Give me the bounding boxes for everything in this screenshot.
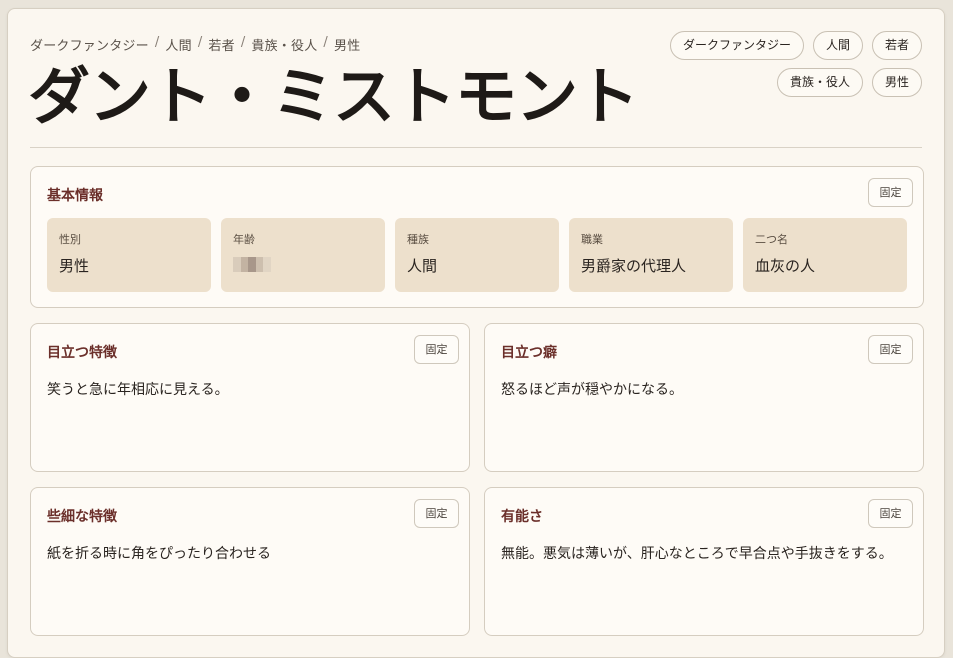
tag-dark-fantasy[interactable]: ダークファンタジー [669,31,804,60]
breadcrumb-item[interactable]: ダークファンタジー [30,35,149,54]
card-heading: 目立つ癖 [501,345,557,361]
breadcrumb-item[interactable]: 貴族・役人 [251,35,317,54]
pin-button[interactable]: 固定 [414,335,459,364]
pin-button[interactable]: 固定 [868,499,913,528]
card-heading: 目立つ特徴 [47,345,117,361]
competence-card: 有能さ 固定 無能。悪気は薄いが、肝心なところで早合点や手抜きをする。 [484,487,924,636]
breadcrumb: ダークファンタジー / 人間 / 若者 / 貴族・役人 / 男性 [30,35,360,54]
breadcrumb-item[interactable]: 人間 [165,35,191,54]
card-text: 怒るほど声が穏やかになる。 [501,382,683,398]
breadcrumb-separator: / [240,35,246,50]
notable-habit-card: 目立つ癖 固定 怒るほど声が穏やかになる。 [484,323,924,472]
info-field-label: 種族 [407,233,429,246]
tag-male[interactable]: 男性 [871,68,922,97]
card-text: 無能。悪気は薄いが、肝心なところで早合点や手抜きをする。 [501,546,893,562]
card-text: 笑うと急に年相応に見える。 [47,382,229,398]
info-field-value: 男性 [59,257,90,275]
basic-info-fields: 性別 男性 年齢 種族 人間 職業 男爵家の代理人 二つ名 血灰の人 [47,218,907,292]
breadcrumb-item[interactable]: 若者 [208,35,234,54]
info-field-value: 人間 [407,257,438,275]
card-heading: 有能さ [501,509,543,525]
basic-info-card: 基本情報 固定 性別 男性 年齢 種族 人間 職業 男爵家の代理人 二つ名 血灰… [30,166,924,308]
info-field-race: 種族 人間 [395,218,559,292]
info-field-value: 男爵家の代理人 [581,257,687,275]
pixelated-redaction-icon [233,257,271,272]
tag-human[interactable]: 人間 [812,31,863,60]
page-title: ダント・ミストモント [28,60,639,133]
info-field-occupation: 職業 男爵家の代理人 [569,218,733,292]
breadcrumb-separator: / [197,35,203,50]
pin-button[interactable]: 固定 [414,499,459,528]
card-text: 紙を折る時に角をぴったり合わせる [47,546,271,562]
notable-feature-card: 目立つ特徴 固定 笑うと急に年相応に見える。 [30,323,470,472]
info-field-label: 職業 [581,233,603,246]
info-field-epithet: 二つ名 血灰の人 [743,218,907,292]
pin-button[interactable]: 固定 [868,178,913,207]
info-field-label: 二つ名 [755,233,788,246]
tag-noble-official[interactable]: 貴族・役人 [776,68,863,97]
pin-button[interactable]: 固定 [868,335,913,364]
breadcrumb-item[interactable]: 男性 [334,35,360,54]
basic-info-heading: 基本情報 [47,188,103,204]
tag-young[interactable]: 若者 [871,31,922,60]
breadcrumb-separator: / [154,35,160,50]
info-field-gender: 性別 男性 [47,218,211,292]
info-field-age: 年齢 [221,218,385,292]
minor-feature-card: 些細な特徴 固定 紙を折る時に角をぴったり合わせる [30,487,470,636]
info-field-label: 年齢 [233,233,255,246]
header-divider [30,147,922,148]
info-field-label: 性別 [59,233,81,246]
breadcrumb-separator: / [323,35,329,50]
tag-list: ダークファンタジー 人間 若者 貴族・役人 男性 [612,31,922,97]
character-page: ダークファンタジー / 人間 / 若者 / 貴族・役人 / 男性 ダント・ミスト… [7,8,945,658]
info-field-value: 血灰の人 [755,257,816,275]
card-heading: 些細な特徴 [47,509,117,525]
